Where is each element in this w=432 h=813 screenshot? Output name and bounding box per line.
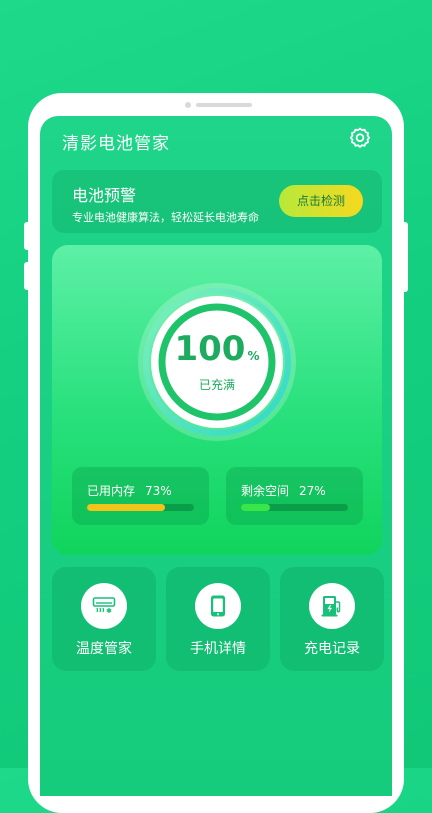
memory-label-text: 已用内存 xyxy=(87,484,136,498)
feature-charge-records-label: 充电记录 xyxy=(304,641,360,657)
speaker-bar xyxy=(196,103,252,107)
camera-dot xyxy=(185,102,191,108)
battery-warning-card: 电池预警 专业电池健康算法，轻松延长电池寿命 点击检测 xyxy=(52,170,382,233)
storage-value: 27% xyxy=(299,484,326,498)
detect-button[interactable]: 点击检测 xyxy=(279,185,363,217)
feature-temperature[interactable]: 温度管家 xyxy=(52,567,156,671)
battery-gauge: 100% 已充满 xyxy=(136,281,298,443)
charging-station-icon xyxy=(309,583,355,629)
warning-title: 电池预警 xyxy=(72,186,137,205)
storage-bar-track xyxy=(241,504,348,511)
storage-card[interactable]: 剩余空间 27% xyxy=(226,467,363,525)
app-screen: 清影电池管家 电池预警 专业电池健康算法，轻松延长电池寿命 点击检测 100 %… xyxy=(40,116,392,796)
warning-subtitle: 专业电池健康算法，轻松延长电池寿命 xyxy=(72,211,259,224)
gear-icon[interactable] xyxy=(348,126,372,150)
memory-bar-track xyxy=(87,504,194,511)
battery-percent: 100% xyxy=(136,329,298,369)
storage-label: 剩余空间 27% xyxy=(241,482,326,499)
feature-phone-details[interactable]: 手机详情 xyxy=(166,567,270,671)
feature-temperature-label: 温度管家 xyxy=(76,641,132,657)
storage-label-text: 剩余空间 xyxy=(241,484,290,498)
memory-bar-fill xyxy=(87,504,166,511)
feature-charge-records[interactable]: 充电记录 xyxy=(280,567,384,671)
memory-value: 73% xyxy=(145,484,172,498)
battery-percent-number: 100 xyxy=(174,329,246,369)
battery-percent-unit: % xyxy=(247,349,260,363)
memory-label: 已用内存 73% xyxy=(87,482,172,499)
memory-card[interactable]: 已用内存 73% xyxy=(72,467,209,525)
battery-status: 已充满 xyxy=(198,378,235,392)
battery-panel: 100% 已充满 已用内存 73% 剩余空间 27% xyxy=(52,245,382,555)
feature-phone-details-label: 手机详情 xyxy=(190,641,246,657)
storage-bar-fill xyxy=(241,504,270,511)
air-conditioner-icon xyxy=(81,583,127,629)
phone-icon xyxy=(195,583,241,629)
app-title: 清影电池管家 xyxy=(62,134,170,154)
